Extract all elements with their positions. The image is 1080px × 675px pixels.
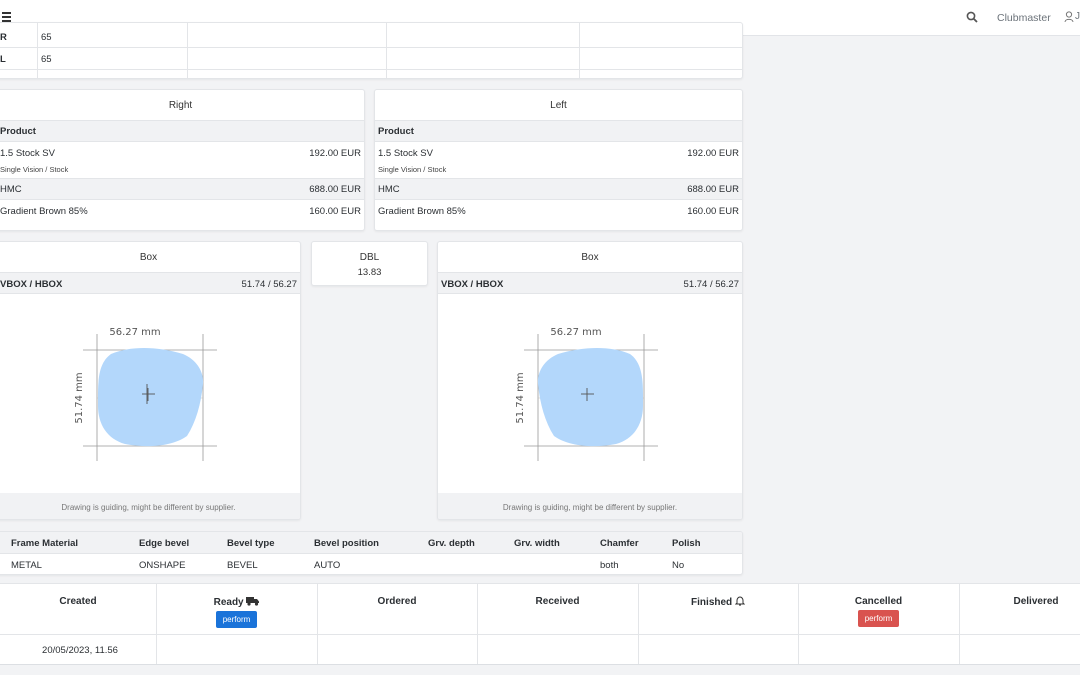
user-icon: [1064, 11, 1074, 23]
pd-table: R 65 L 65: [0, 22, 743, 79]
user-menu[interactable]: J: [1064, 11, 1080, 23]
product-row: HMC 688.00 EUR: [0, 178, 364, 200]
lens-left-card: Left Product 1.5 Stock SV 192.00 EUR Sin…: [374, 89, 743, 231]
hbox-label: 56.27 mm: [109, 327, 160, 338]
product-row: HMC 688.00 EUR: [375, 178, 742, 200]
card-title: Box: [139, 252, 158, 263]
cancel-perform-button[interactable]: perform: [857, 610, 900, 627]
vbox-label: 51.74 mm: [515, 372, 526, 423]
lens-right-card: Right Product 1.5 Stock SV 192.00 EUR Si…: [0, 89, 365, 231]
timeline-received-header: Received: [535, 596, 580, 607]
hbox-label: 56.27 mm: [550, 327, 601, 338]
card-title: Box: [581, 252, 599, 263]
order-timeline: Created Ready perform Ordered Received F…: [0, 583, 1080, 665]
dbl-card: DBL 13.83: [311, 241, 428, 286]
box-left-card: Box VBOX / HBOX 51.74 / 56.27 56.27 mm 5…: [437, 241, 743, 520]
created-timestamp: 20/05/2023, 11.56: [42, 645, 118, 656]
vbox-hbox-row: VBOX / HBOX 51.74 / 56.27: [0, 272, 300, 294]
frame-specs-table: Frame Material Edge bevel Bevel type Bev…: [0, 531, 743, 575]
timeline-created-header: Created: [59, 596, 97, 607]
lens-shape-drawing: 56.27 mm 51.74 mm: [515, 327, 658, 461]
timeline-ready-column: Ready perform: [156, 596, 317, 628]
user-initial: J: [1075, 11, 1080, 22]
vbox-label: 51.74 mm: [74, 372, 85, 423]
card-title: Right: [168, 100, 193, 111]
card-title: Left: [550, 100, 567, 111]
timeline-cancelled-column: Cancelled perform: [798, 596, 959, 627]
product-header: Product: [0, 126, 36, 137]
brand-name[interactable]: Clubmaster: [997, 12, 1051, 24]
truck-icon: [246, 597, 260, 606]
drawing-note: Drawing is guiding, might be different b…: [61, 503, 236, 512]
search-icon[interactable]: [966, 11, 978, 23]
timeline-finished-column: Finished: [638, 596, 798, 608]
product-header: Product: [378, 126, 414, 137]
timeline-ordered-header: Ordered: [377, 596, 417, 607]
dbl-value: 13.83: [357, 267, 382, 278]
bell-icon: [734, 596, 746, 606]
lens-shape-drawing: 56.27 mm 51.74 mm: [74, 327, 217, 461]
vbox-hbox-row: VBOX / HBOX 51.74 / 56.27: [438, 272, 742, 294]
drawing-note: Drawing is guiding, might be different b…: [502, 503, 678, 512]
box-right-card: Box VBOX / HBOX 51.74 / 56.27 56.27 mm 5…: [0, 241, 301, 520]
timeline-delivered-header: Delivered: [1013, 596, 1059, 607]
ready-perform-button[interactable]: perform: [215, 611, 258, 628]
dbl-label: DBL: [359, 252, 380, 263]
